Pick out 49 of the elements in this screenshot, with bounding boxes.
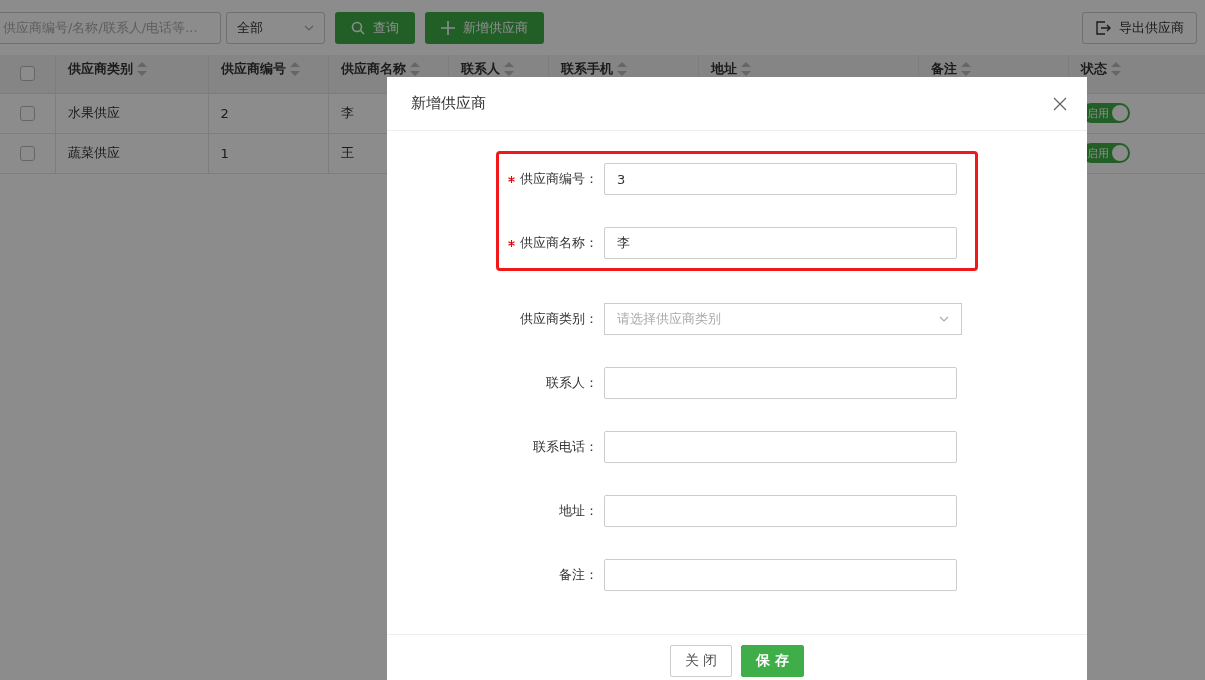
input-field[interactable]: 3 [604,163,957,195]
table-cell: 2 [208,93,328,133]
sort-icon[interactable] [409,62,420,76]
search-icon [351,20,365,35]
export-button[interactable]: 导出供应商 [1082,11,1197,44]
input-field[interactable] [604,559,957,591]
plus-icon [441,20,455,35]
field-label: 供应商类别： [520,310,598,328]
sort-icon[interactable] [740,62,751,76]
input-field[interactable] [604,367,957,399]
close-icon[interactable] [1053,96,1067,111]
checkbox[interactable] [19,145,35,161]
field-label: 供应商名称： [520,234,598,252]
input-field[interactable] [604,495,957,527]
column-header: 联系人 [460,60,500,78]
field-label: 联系人： [546,374,598,392]
add-button[interactable]: 新增供应商 [425,11,544,44]
field-label: 备注： [559,566,598,584]
checkbox[interactable] [19,105,35,121]
column-header: 状态 [1080,60,1107,78]
table-cell: 1 [208,133,328,173]
close-button[interactable]: 关 闭 [669,645,733,677]
export-icon [1095,19,1111,36]
sort-icon[interactable] [960,62,971,76]
select-field[interactable]: 请选择供应商类别 [604,303,962,335]
column-header: 地址 [710,60,737,78]
checkbox[interactable] [19,66,35,82]
column-header: 备注 [930,60,957,78]
column-header: 供应商名称 [340,60,406,78]
column-header: 供应商类别 [67,60,133,78]
caret-icon [304,24,314,31]
sort-icon[interactable] [136,62,147,76]
table-cell: 水果供应 [55,93,208,133]
sort-icon[interactable] [289,62,300,76]
filter-select[interactable]: 全部 [226,11,325,44]
column-header: 供应商编号 [220,60,286,78]
field-label: 地址： [559,502,598,520]
sort-icon[interactable] [1110,62,1121,76]
field-label: 联系电话： [533,438,598,456]
table-cell: 蔬菜供应 [55,133,208,173]
save-button[interactable]: 保 存 [741,645,805,677]
query-button[interactable]: 查询 [335,11,415,44]
input-field[interactable] [604,431,957,463]
column-header: 联系手机 [560,60,613,78]
sort-icon[interactable] [616,62,627,76]
sort-icon[interactable] [503,62,514,76]
field-label: 供应商编号： [520,170,598,188]
caret-icon [939,316,949,322]
input-field[interactable]: 李 [604,227,957,259]
